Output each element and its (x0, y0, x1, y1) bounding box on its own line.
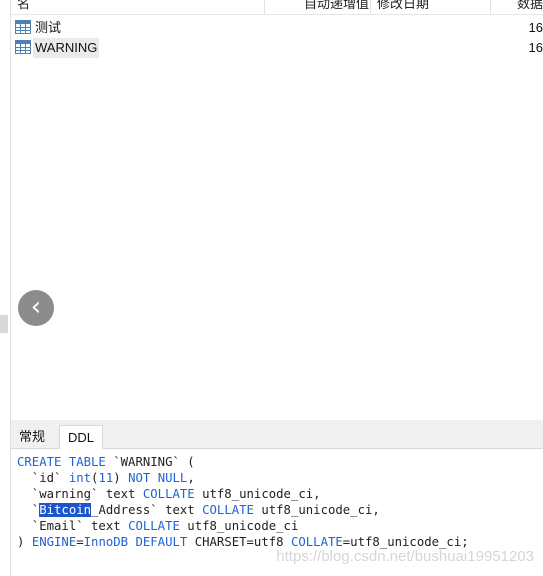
panel-border (10, 0, 11, 576)
column-divider[interactable] (490, 0, 491, 14)
ddl-line: CREATE TABLE `WARNING` ( (17, 454, 469, 470)
sql-text: ) (113, 471, 129, 485)
ddl-line: `id` int(11) NOT NULL, (17, 470, 469, 486)
sql-keyword: COLLATE (128, 519, 180, 533)
sql-text: utf8_unicode_ci, (194, 487, 321, 501)
table-data-value: 16 (528, 40, 543, 55)
tab-general[interactable]: 常规 (11, 425, 53, 448)
sql-text: =utf8_unicode_ci; (342, 535, 469, 549)
ddl-code-view[interactable]: CREATE TABLE `WARNING` ( `id` int(11) NO… (17, 454, 469, 550)
table-icon (15, 40, 31, 54)
column-header-modified-date[interactable]: 修改日期 (377, 0, 429, 12)
table-data-value: 16 (528, 20, 543, 35)
column-divider[interactable] (370, 0, 371, 14)
ddl-line: `Bitcoin_Address` text COLLATE utf8_unic… (17, 502, 469, 518)
sql-keyword: ENGINE (31, 535, 77, 549)
sql-number: 11 (98, 471, 114, 485)
sql-keyword: NOT NULL (128, 471, 188, 485)
tab-bar: 常规 DDL (11, 420, 543, 449)
column-divider[interactable] (264, 0, 265, 14)
sql-keyword: COLLATE (290, 535, 343, 549)
sql-text: utf8_unicode_ci, (253, 503, 380, 517)
table-name: 测试 (35, 20, 62, 35)
sql-keyword: COLLATE (142, 487, 195, 501)
selected-text: Bitcoin (39, 503, 92, 517)
table-name: WARNING (33, 38, 100, 58)
left-gutter (0, 0, 10, 576)
sql-text: `warning` text (17, 487, 143, 501)
table-row[interactable]: WARNING 16 (13, 38, 543, 58)
table-header: 名 自动递增值 修改日期 数据 (11, 0, 543, 15)
sql-text: _Address` text (91, 503, 203, 517)
sql-text: ) (17, 535, 32, 549)
chevron-left-icon: ‹ (30, 292, 42, 322)
column-header-name[interactable]: 名 (17, 0, 30, 12)
ddl-line: `warning` text COLLATE utf8_unicode_ci, (17, 486, 469, 502)
sql-text: `WARNING` ( (105, 455, 195, 469)
sql-keyword: CREATE TABLE (17, 455, 106, 469)
sql-keyword: InnoDB DEFAULT (83, 535, 188, 549)
table-icon (15, 20, 31, 34)
sql-text: `id` (17, 471, 69, 485)
sql-text: CHARSET=utf8 (187, 535, 291, 549)
sql-text: , (187, 471, 195, 485)
sql-text: `Email` text (17, 519, 129, 533)
sql-keyword: int (68, 471, 92, 485)
back-button[interactable]: ‹ (18, 290, 54, 326)
sql-text: ` (17, 503, 40, 517)
sql-text: utf8_unicode_ci (179, 519, 299, 533)
tab-ddl[interactable]: DDL (59, 425, 104, 449)
table-row[interactable]: 测试 16 (13, 18, 543, 38)
sql-keyword: COLLATE (202, 503, 254, 517)
watermark: https://blog.csdn.net/bushuai19951203 (276, 548, 534, 565)
collapse-handle[interactable] (0, 315, 8, 333)
column-header-auto-increment[interactable]: 自动递增值 (304, 0, 369, 12)
ddl-line: `Email` text COLLATE utf8_unicode_ci (17, 518, 469, 534)
sql-text: = (76, 535, 84, 549)
column-header-data[interactable]: 数据 (517, 0, 543, 12)
